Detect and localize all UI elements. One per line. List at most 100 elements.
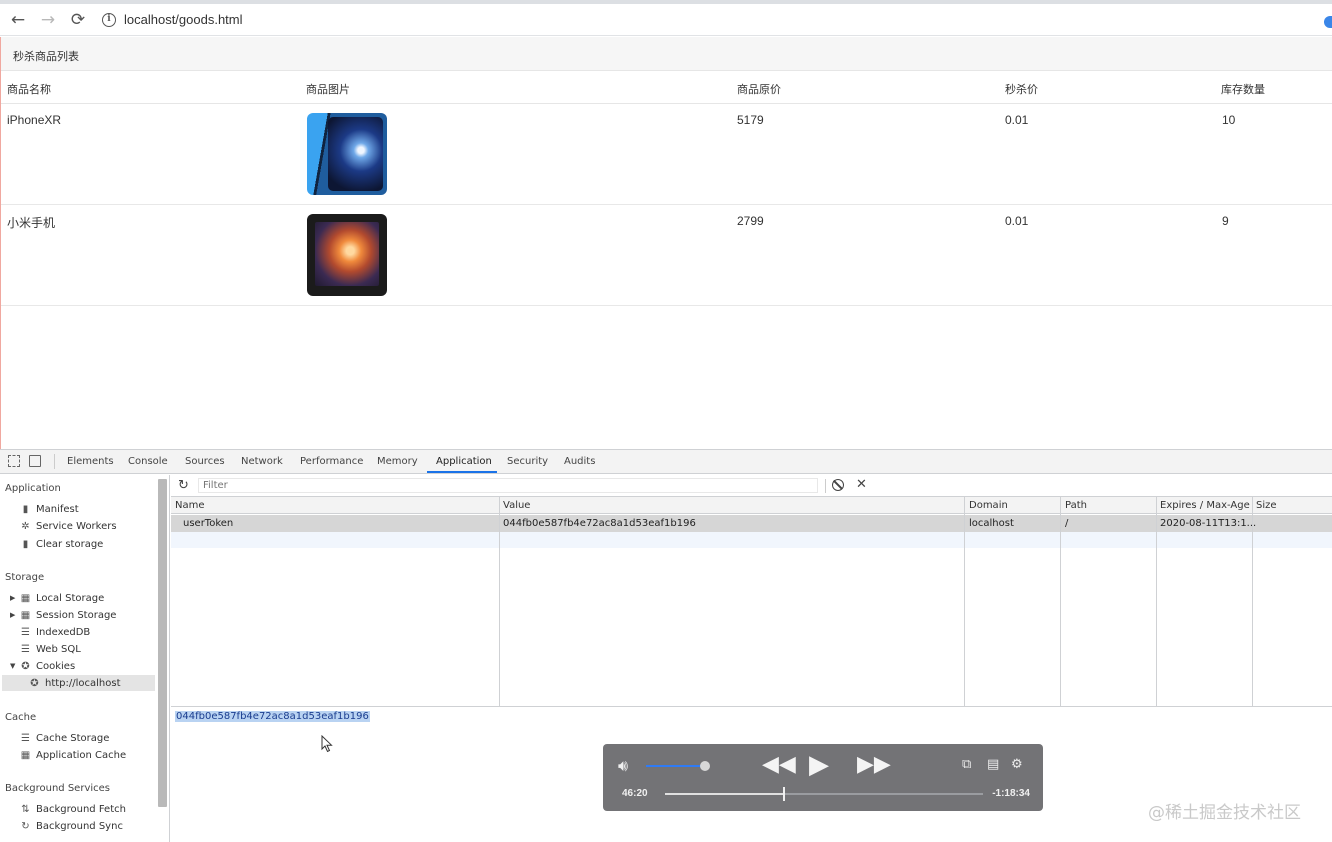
- database-icon: ☰: [21, 626, 30, 638]
- column-divider: [1060, 497, 1061, 707]
- page-title: 秒杀商品列表: [1, 37, 1332, 71]
- application-sidebar: Application ▮ Manifest ✲ Service Workers ▮…: [0, 475, 170, 842]
- back-icon[interactable]: ←: [6, 8, 30, 32]
- xiaomi-phone-image: [307, 214, 387, 296]
- reload-icon[interactable]: ⟳: [66, 8, 90, 32]
- sidebar-item-local-storage[interactable]: ▶ ▦ Local Storage: [10, 590, 104, 606]
- sidebar-item-session-storage[interactable]: ▶ ▦ Session Storage: [10, 607, 116, 623]
- seek-handle[interactable]: [782, 787, 785, 801]
- database-icon: ☰: [21, 643, 30, 655]
- globe-icon: ✪: [30, 677, 39, 689]
- sidebar-item-cookies[interactable]: ▼ ✪ Cookies: [10, 658, 75, 674]
- cookie-toolbar: ↻ ✕: [171, 475, 1332, 497]
- picture-in-picture-icon[interactable]: ⧉: [962, 757, 971, 772]
- tab-console[interactable]: Console: [128, 456, 168, 467]
- extension-icon[interactable]: [1324, 16, 1332, 28]
- sidebar-item-cookie-origin[interactable]: ✪ http://localhost: [2, 675, 155, 691]
- goods-stock: 9: [1222, 214, 1229, 228]
- forward-icon[interactable]: →: [36, 8, 60, 32]
- sidebar-item-cache-storage[interactable]: ☰ Cache Storage: [20, 730, 109, 746]
- mouse-cursor-icon: [321, 735, 333, 753]
- fast-forward-icon[interactable]: ▶▶: [857, 752, 891, 777]
- filter-input[interactable]: [198, 478, 818, 493]
- clear-all-icon[interactable]: [832, 479, 844, 491]
- sync-icon: ↻: [21, 820, 30, 832]
- settings-gear-icon[interactable]: ⚙: [1011, 757, 1023, 772]
- header-image: 商品图片: [306, 83, 350, 96]
- tab-audits[interactable]: Audits: [564, 456, 595, 467]
- volume-icon[interactable]: 🔊︎: [618, 756, 628, 776]
- devtools-tabbar: Elements Console Sources Network Perform…: [0, 450, 1332, 474]
- expand-arrow-icon[interactable]: ▶: [10, 611, 15, 619]
- tab-security[interactable]: Security: [507, 456, 548, 467]
- tab-sources[interactable]: Sources: [185, 456, 225, 467]
- info-icon[interactable]: i: [102, 12, 116, 27]
- sidebar-item-clear-storage[interactable]: ▮ Clear storage: [20, 536, 104, 552]
- sidebar-item-application-cache[interactable]: ▦ Application Cache: [20, 747, 126, 763]
- watermark: @稀土掘金技术社区: [1148, 803, 1301, 823]
- expand-arrow-icon[interactable]: ▶: [10, 594, 15, 602]
- play-icon[interactable]: ▶: [809, 750, 829, 780]
- tab-elements[interactable]: Elements: [67, 456, 114, 467]
- video-player-controls: 🔊︎ ◀◀ ▶ ▶▶ ⧉ ▤ ⚙ 46:20 -1:18:34: [603, 744, 1043, 811]
- table-row[interactable]: 小米手机 2799 0.01 9: [1, 205, 1332, 306]
- sidebar-heading-cache: Cache: [5, 712, 37, 723]
- goods-table: 商品名称 商品图片 商品原价 秒杀价 库存数量 iPhoneXR 5179 0.…: [1, 71, 1332, 306]
- column-domain[interactable]: Domain: [969, 500, 1008, 511]
- sidebar-heading-storage: Storage: [5, 572, 45, 583]
- iphone-xr-image: [307, 113, 387, 195]
- seek-bar[interactable]: [665, 787, 983, 801]
- column-path[interactable]: Path: [1065, 500, 1087, 511]
- sidebar-item-manifest[interactable]: ▮ Manifest: [20, 501, 79, 517]
- cookie-icon: ✪: [21, 660, 30, 672]
- sidebar-item-web-sql[interactable]: ☰ Web SQL: [20, 641, 81, 657]
- tab-application[interactable]: Application: [436, 456, 492, 467]
- header-name: 商品名称: [7, 83, 51, 96]
- sidebar-item-service-workers[interactable]: ✲ Service Workers: [20, 518, 116, 534]
- url-text[interactable]: localhost/goods.html: [124, 12, 243, 27]
- cookie-table-header: Name Value Domain Path Expires / Max-Age…: [171, 497, 1332, 514]
- volume-knob[interactable]: [699, 761, 710, 771]
- cookie-name: userToken: [183, 518, 234, 529]
- sidebar-item-background-sync[interactable]: ↻ Background Sync: [20, 818, 123, 834]
- table-row[interactable]: iPhoneXR 5179 0.01 10: [1, 104, 1332, 205]
- active-tab-indicator: [427, 471, 497, 473]
- header-price: 商品原价: [737, 83, 781, 96]
- grid-icon: ▦: [20, 592, 31, 604]
- column-expires[interactable]: Expires / Max-Age: [1160, 500, 1250, 511]
- column-divider: [1252, 497, 1253, 707]
- cookie-domain: localhost: [969, 518, 1014, 529]
- delete-selected-icon[interactable]: ✕: [856, 477, 867, 492]
- tab-network[interactable]: Network: [241, 456, 283, 467]
- refresh-icon[interactable]: ↻: [178, 478, 189, 493]
- toolbar-divider: [825, 479, 826, 493]
- goods-seckill-price: 0.01: [1005, 214, 1029, 228]
- sidebar-scrollbar[interactable]: [158, 479, 167, 807]
- inspect-element-icon[interactable]: [8, 455, 20, 467]
- column-name[interactable]: Name: [175, 500, 205, 511]
- table-row[interactable]: userToken 044fb0e587fb4e72ac8a1d53eaf1b1…: [171, 515, 1332, 532]
- collapse-arrow-icon[interactable]: ▼: [10, 662, 15, 670]
- database-icon: ☰: [21, 732, 30, 744]
- volume-slider[interactable]: [646, 761, 710, 771]
- cookie-value-preview[interactable]: 044fb0e587fb4e72ac8a1d53eaf1b196: [175, 711, 370, 722]
- sidebar-item-indexeddb[interactable]: ☰ IndexedDB: [20, 624, 90, 640]
- address-bar[interactable]: i localhost/goods.html: [102, 7, 243, 33]
- gear-icon: ✲: [21, 520, 30, 532]
- document-icon: ▮: [22, 503, 29, 515]
- cookie-table: Name Value Domain Path Expires / Max-Age…: [171, 497, 1332, 707]
- tab-performance[interactable]: Performance: [300, 456, 363, 467]
- column-value[interactable]: Value: [503, 500, 530, 511]
- toolbar-divider: [54, 454, 55, 469]
- column-size[interactable]: Size: [1256, 500, 1277, 511]
- cookie-expires: 2020-08-11T13:1...: [1160, 518, 1257, 529]
- column-divider: [964, 497, 965, 707]
- grid-icon: ▦: [20, 609, 31, 621]
- volume-fill: [646, 765, 705, 767]
- playlist-icon[interactable]: ▤: [987, 757, 999, 772]
- device-toolbar-icon[interactable]: [29, 455, 41, 467]
- transfer-icon: ⇅: [21, 803, 30, 815]
- sidebar-item-background-fetch[interactable]: ⇅ Background Fetch: [20, 801, 126, 817]
- tab-memory[interactable]: Memory: [377, 456, 418, 467]
- rewind-icon[interactable]: ◀◀: [762, 752, 796, 777]
